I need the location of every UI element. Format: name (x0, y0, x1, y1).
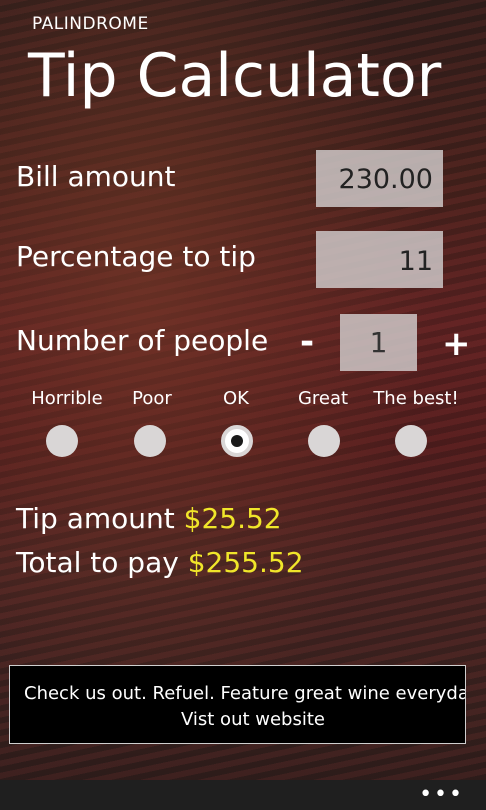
tip-percentage-input[interactable]: 11 (316, 231, 443, 288)
rating-radio-ok[interactable] (221, 425, 253, 457)
decrement-people-button[interactable]: - (300, 325, 314, 359)
ad-text-line1: Check us out. Refuel. Feature great wine… (24, 683, 466, 704)
tip-amount-label: Tip amount (16, 502, 175, 535)
tip-amount-value: $25.52 (183, 502, 282, 535)
rating-label-horrible: Horrible (31, 388, 103, 409)
ad-website-link[interactable]: Vist out website (10, 709, 465, 730)
people-count-label: Number of people (16, 324, 269, 357)
rating-label-the-best: The best! (373, 388, 459, 409)
increment-people-button[interactable]: + (442, 327, 471, 361)
people-count-field[interactable]: 1 (340, 314, 417, 371)
rating-label-great: Great (297, 388, 349, 409)
tip-percentage-label: Percentage to tip (16, 240, 256, 273)
app-name: PALINDROME (32, 14, 149, 34)
bill-amount-input[interactable]: 230.00 (316, 150, 443, 207)
app-bar: ••• (0, 780, 486, 810)
rating-radio-horrible[interactable] (46, 425, 78, 457)
tip-amount-result: Tip amount $25.52 (16, 502, 282, 535)
rating-radio-great[interactable] (308, 425, 340, 457)
rating-label-poor: Poor (132, 388, 172, 409)
bill-amount-label: Bill amount (16, 160, 176, 193)
total-to-pay-result: Total to pay $255.52 (16, 546, 304, 579)
more-menu-icon[interactable]: ••• (419, 782, 464, 807)
page-title: Tip Calculator (28, 41, 442, 111)
total-to-pay-value: $255.52 (187, 546, 304, 579)
rating-label-ok: OK (223, 388, 249, 409)
rating-radio-poor[interactable] (134, 425, 166, 457)
rating-radio-the-best[interactable] (395, 425, 427, 457)
ad-banner[interactable]: Check us out. Refuel. Feature great wine… (9, 665, 466, 744)
total-to-pay-label: Total to pay (16, 546, 179, 579)
